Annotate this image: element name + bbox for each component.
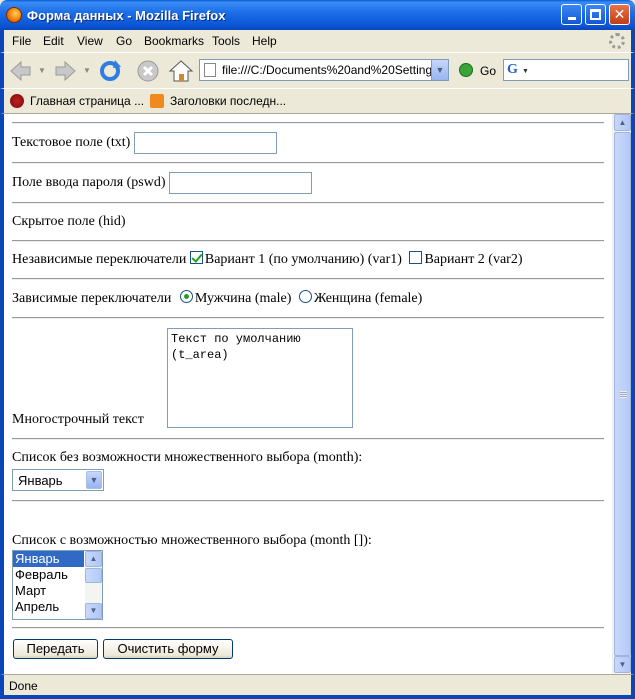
chevron-down-icon[interactable]: ▼ <box>86 471 102 489</box>
var2-checkbox[interactable] <box>409 251 423 264</box>
stop-icon[interactable] <box>135 58 161 84</box>
month-select-value: Январь <box>18 473 63 488</box>
separator <box>12 438 604 440</box>
back-dropdown-icon[interactable]: ▼ <box>38 66 46 75</box>
txt-label: Текстовое поле (txt) <box>12 135 131 151</box>
separator <box>12 122 604 124</box>
separator <box>12 162 604 164</box>
back-icon[interactable] <box>8 58 34 84</box>
google-search-icon[interactable]: G <box>507 62 523 78</box>
title-bar: Форма данных - Mozilla Firefox ✕ <box>0 0 635 30</box>
month-select[interactable]: Январь ▼ <box>12 469 104 491</box>
reset-button[interactable]: Очистить форму <box>103 639 233 659</box>
address-bar[interactable]: file:///C:/Documents%20and%20Settings ▼ <box>199 59 449 81</box>
checkboxes-label: Независимые переключатели <box>12 252 187 267</box>
go-icon[interactable] <box>459 63 473 77</box>
bookmark-icon <box>10 94 24 108</box>
throbber-icon <box>609 33 625 49</box>
list-option[interactable]: Апрель <box>13 599 84 615</box>
txt-row: Текстовое поле (txt) <box>12 132 277 154</box>
forward-dropdown-icon[interactable]: ▼ <box>83 66 91 75</box>
bookmark-label: Заголовки последн... <box>170 94 287 108</box>
var2-label[interactable]: Вариант 2 (var2) <box>424 252 522 267</box>
separator <box>12 240 604 242</box>
firefox-icon <box>6 7 22 23</box>
male-radio[interactable] <box>179 290 193 303</box>
separator <box>12 202 604 204</box>
separator <box>12 278 604 280</box>
menu-edit[interactable]: Edit <box>43 34 64 48</box>
bookmark-label: Главная страница ... <box>30 94 145 108</box>
status-bar: Done <box>0 674 635 699</box>
radio-row: Зависимые переключатели Мужчина (male) Ж… <box>12 290 422 307</box>
search-engine-dropdown-icon[interactable]: ▼ <box>522 68 529 75</box>
forward-icon[interactable] <box>52 58 78 84</box>
search-input[interactable]: G ▼ <box>503 59 629 81</box>
scroll-up-icon[interactable]: ▲ <box>614 114 631 131</box>
maximize-icon <box>590 9 601 20</box>
close-button[interactable]: ✕ <box>609 4 630 25</box>
menu-view[interactable]: View <box>77 34 103 48</box>
menu-file[interactable]: File <box>12 34 31 48</box>
page-scrollbar[interactable]: ▲ ▼ <box>612 114 631 674</box>
list-option[interactable]: Февраль <box>13 567 84 583</box>
separator <box>12 317 604 319</box>
menu-bar: File Edit View Go Bookmarks Tools Help <box>0 30 635 52</box>
var1-label[interactable]: Вариант 1 (по умолчанию) (var1) <box>205 252 402 267</box>
menu-go[interactable]: Go <box>116 34 132 48</box>
scrollbar-thumb[interactable] <box>85 568 102 583</box>
bookmarks-toolbar: Главная страница ... Заголовки последн..… <box>0 88 635 114</box>
rss-icon <box>150 94 164 108</box>
address-dropdown-icon[interactable]: ▼ <box>431 60 448 80</box>
female-radio[interactable] <box>298 290 312 303</box>
textarea-label: Многострочный текст <box>12 412 144 427</box>
female-label[interactable]: Женщина (female) <box>314 291 422 306</box>
month-multi-label: Список с возможностью множественного выб… <box>12 533 372 548</box>
menu-tools[interactable]: Tools <box>212 34 240 48</box>
minimize-icon <box>567 17 576 20</box>
bookmark-home[interactable]: Главная страница ... <box>10 94 144 108</box>
menu-bookmarks[interactable]: Bookmarks <box>144 34 204 48</box>
separator <box>12 500 604 502</box>
month-multi-listbox[interactable]: Январь Февраль Март Апрель ▲ ▼ <box>12 550 103 620</box>
hid-row: Скрытое поле (hid) <box>12 214 126 230</box>
navigation-toolbar: ▼ ▼ file:///C:/Documents%20and%20Setting… <box>0 52 635 88</box>
close-icon: ✕ <box>613 6 626 22</box>
pswd-row: Поле ввода пароля (pswd) <box>12 172 313 194</box>
scroll-down-icon[interactable]: ▼ <box>614 656 631 673</box>
month-label: Список без возможности множественного вы… <box>12 450 363 465</box>
checkbox-row: Независимые переключатели Вариант 1 (по … <box>12 251 523 268</box>
txt-input[interactable] <box>133 132 277 154</box>
radio-label: Зависимые переключатели <box>12 291 172 306</box>
t-area-textarea[interactable]: Текст по умолчанию (t_area) <box>167 328 353 428</box>
submit-button[interactable]: Передать <box>13 639 98 659</box>
hid-label: Скрытое поле (hid) <box>12 214 126 229</box>
menu-help[interactable]: Help <box>252 34 277 48</box>
minimize-button[interactable] <box>561 4 582 25</box>
home-icon[interactable] <box>168 58 194 84</box>
listbox-scrollbar[interactable]: ▲ ▼ <box>85 551 102 619</box>
scrollbar-thumb[interactable] <box>614 132 631 656</box>
pswd-label: Поле ввода пароля (pswd) <box>12 175 166 191</box>
maximize-button[interactable] <box>585 4 606 25</box>
window-title: Форма данных - Mozilla Firefox <box>27 8 226 23</box>
go-button[interactable]: Go <box>480 64 496 78</box>
address-input[interactable]: file:///C:/Documents%20and%20Settings <box>222 63 438 77</box>
male-label[interactable]: Мужчина (male) <box>195 291 292 306</box>
window-frame-right <box>631 114 635 674</box>
page-content: Текстовое поле (txt) Поле ввода пароля (… <box>4 114 612 674</box>
status-text: Done <box>9 679 38 693</box>
grip-icon <box>620 391 627 398</box>
separator <box>12 627 604 629</box>
pswd-input[interactable] <box>169 172 313 194</box>
reload-icon[interactable] <box>97 58 123 84</box>
scroll-down-icon[interactable]: ▼ <box>85 603 102 619</box>
list-option[interactable]: Январь <box>13 551 84 567</box>
page-icon <box>204 63 216 77</box>
list-option[interactable]: Март <box>13 583 84 599</box>
scroll-up-icon[interactable]: ▲ <box>85 551 102 567</box>
var1-checkbox[interactable] <box>189 251 203 264</box>
bookmark-headlines[interactable]: Заголовки последн... <box>150 94 286 108</box>
